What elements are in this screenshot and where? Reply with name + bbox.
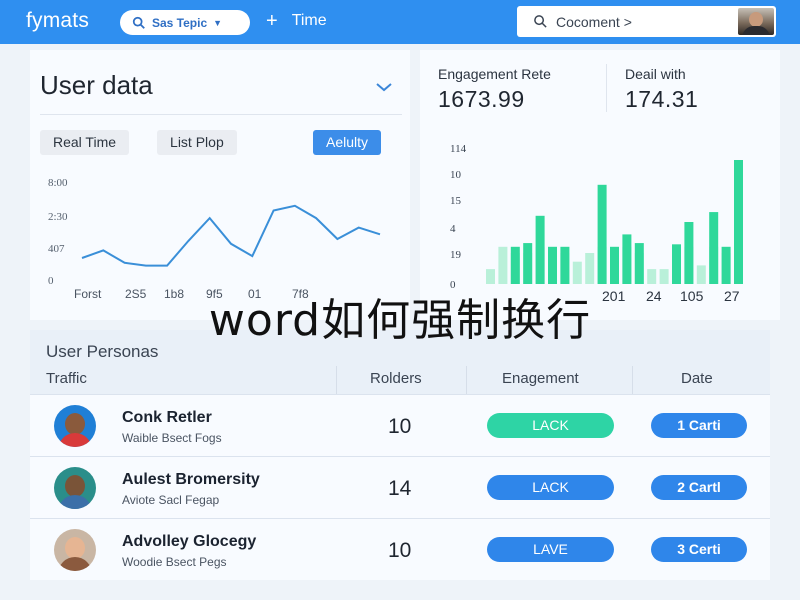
chevron-down-icon: ▼: [213, 17, 223, 28]
y-tick-label: 407: [48, 243, 65, 255]
bar: [672, 244, 681, 284]
search-icon: [534, 15, 547, 28]
date-button[interactable]: 2 Cartl: [651, 475, 747, 500]
engagement-status-button[interactable]: LAVE: [487, 537, 614, 562]
persona-subtitle: Waible Bsect Fogs: [122, 431, 222, 445]
bar: [535, 215, 545, 284]
avatar-face: [65, 475, 85, 497]
column-header-traffic: Traffic: [46, 370, 87, 387]
avatar-head: [749, 12, 763, 27]
avatar-body: [58, 433, 92, 447]
y-tick-label: 4: [450, 223, 456, 235]
engagement-panel: Engagement Rete 1673.99 Deail with 174.3…: [420, 50, 780, 320]
tab-activity[interactable]: Aelulty: [313, 130, 382, 155]
search-icon: [132, 16, 145, 29]
table-row[interactable]: Aulest Bromersity Aviote Sacl Fegap 14 L…: [30, 456, 770, 518]
comment-search-label: Cocoment >: [556, 13, 632, 30]
stat-value: 1673.99: [438, 86, 525, 112]
bar-light: [696, 265, 706, 284]
series-line: [81, 204, 381, 267]
bar: [634, 243, 644, 284]
bar: [560, 246, 570, 284]
persona-avatar: [54, 529, 96, 571]
user-data-tabs: Real Time List Plop Aelulty: [40, 130, 382, 155]
column-header-date: Date: [681, 370, 713, 387]
engagement-status-button[interactable]: LACK: [487, 413, 614, 438]
bar: [684, 222, 694, 284]
avatar-body: [58, 495, 92, 509]
bar-light: [647, 269, 657, 284]
y-tick-label: 15: [450, 195, 462, 207]
table-header: Traffic Rolders Enagement Date: [30, 366, 770, 394]
persona-name: Conk Retler: [122, 409, 212, 426]
bar: [734, 160, 743, 284]
table-row[interactable]: Advolley Glocegy Woodie Bsect Pegs 10 LA…: [30, 518, 770, 580]
bar: [622, 234, 632, 284]
column-header-holders: Rolders: [370, 370, 422, 387]
avatar-face: [65, 537, 85, 559]
overlay-caption: word如何强制换行: [208, 295, 592, 346]
y-tick-label: 2:30: [48, 211, 68, 223]
chevron-down-icon[interactable]: [374, 80, 394, 94]
avatar-face: [65, 413, 85, 435]
bar: [510, 246, 520, 284]
topic-search-pill[interactable]: Sas Tepic ▼: [120, 10, 250, 35]
add-time-button[interactable]: + Time: [266, 10, 327, 32]
holders-count: 10: [388, 539, 412, 562]
persona-subtitle: Aviote Sacl Fegap: [122, 493, 220, 507]
bar: [523, 243, 533, 284]
user-data-panel: User data Real Time List Plop Aelulty 8:…: [30, 50, 410, 320]
bar: [709, 212, 719, 284]
tab-list-plop[interactable]: List Plop: [157, 130, 237, 155]
bar-light: [585, 253, 595, 284]
avatar-shoulders: [742, 26, 770, 35]
tab-real-time[interactable]: Real Time: [40, 130, 130, 155]
topic-search-label: Sas Tepic: [152, 15, 208, 30]
avatar-body: [58, 557, 92, 571]
bar: [610, 246, 619, 284]
y-tick-label: 10: [450, 169, 462, 181]
bar-light: [486, 269, 495, 284]
holders-count: 14: [388, 477, 412, 500]
divider: [40, 114, 402, 115]
bar: [548, 246, 557, 284]
bar-light: [572, 261, 582, 284]
top-bar: fymats Sas Tepic ▼ + Time Cocoment >: [0, 0, 800, 44]
y-tick-label: 114: [450, 143, 467, 155]
date-button[interactable]: 1 Carti: [651, 413, 747, 438]
bar-light: [659, 269, 669, 284]
table-row[interactable]: Conk Retler Waible Bsect Fogs 10 LACK 1 …: [30, 394, 770, 456]
stat-value: 174.31: [625, 86, 699, 112]
engagement-status-button[interactable]: LACK: [487, 475, 614, 500]
plus-icon: +: [266, 10, 278, 32]
persona-avatar: [54, 467, 96, 509]
persona-avatar: [54, 405, 96, 447]
holders-count: 10: [388, 415, 412, 438]
stat-deal-with: Deail with 174.31: [625, 66, 698, 113]
persona-subtitle: Woodie Bsect Pegs: [122, 555, 227, 569]
persona-name: Advolley Glocegy: [122, 533, 257, 550]
bar: [721, 246, 731, 284]
stat-engagement-rate: Engagement Rete 1673.99: [438, 66, 551, 113]
bar: [597, 184, 607, 284]
stat-label: Engagement Rete: [438, 66, 551, 82]
user-avatar[interactable]: [738, 8, 774, 35]
bar-light: [498, 246, 508, 284]
add-time-label: Time: [291, 12, 327, 29]
y-tick-label: 19: [450, 249, 462, 261]
user-data-title: User data: [40, 70, 153, 100]
column-header-engagement: Enagement: [502, 370, 579, 387]
date-button[interactable]: 3 Certi: [651, 537, 747, 562]
stat-label: Deail with: [625, 66, 686, 82]
brand-logo[interactable]: fymats: [26, 9, 89, 33]
user-personas-table: User Personas Traffic Rolders Enagement …: [30, 330, 770, 580]
y-tick-label: 8:00: [48, 177, 68, 189]
persona-name: Aulest Bromersity: [122, 471, 260, 488]
divider: [606, 64, 607, 112]
